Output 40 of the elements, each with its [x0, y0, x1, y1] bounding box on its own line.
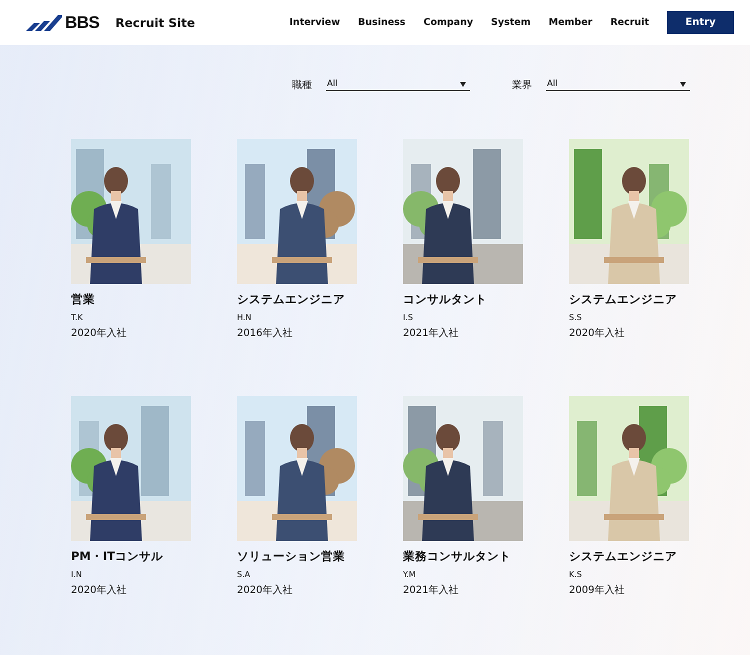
- member-initials: K.S: [569, 570, 583, 579]
- filter-dropdown[interactable]: All: [326, 79, 470, 91]
- logo-stripes-icon: [26, 14, 62, 30]
- join-year: 2016年入社: [237, 326, 294, 340]
- join-year: 2009年入社: [569, 584, 626, 597]
- site-title: Recruit Site: [115, 16, 196, 30]
- nav-link[interactable]: System: [482, 17, 540, 28]
- nav-link[interactable]: Company: [414, 17, 482, 28]
- role-title[interactable]: システムエンジニア: [569, 549, 689, 564]
- role-title[interactable]: 営業: [71, 292, 191, 307]
- role-title[interactable]: システムエンジニア: [237, 292, 357, 307]
- filter-dropdown[interactable]: All: [546, 79, 690, 91]
- join-year: 2020年入社: [237, 584, 294, 597]
- nav-link[interactable]: Recruit: [601, 17, 658, 28]
- role-title[interactable]: システムエンジニア: [569, 292, 689, 307]
- role-title[interactable]: コンサルタント: [403, 292, 523, 307]
- member-initials: S.S: [569, 313, 583, 322]
- role-title[interactable]: PM・ITコンサル: [71, 549, 191, 564]
- logo-text[interactable]: BBS: [65, 12, 100, 32]
- role-title[interactable]: 業務コンサルタント: [403, 549, 523, 564]
- member-initials: S.A: [237, 570, 252, 579]
- member-initials: Y.M: [403, 570, 417, 579]
- nav-link[interactable]: Interview: [280, 17, 350, 28]
- member-initials: T.K: [71, 313, 84, 322]
- join-year: 2020年入社: [71, 584, 128, 597]
- join-year: 2021年入社: [403, 584, 460, 597]
- join-year: 2021年入社: [403, 326, 460, 340]
- join-year: 2020年入社: [71, 326, 128, 340]
- member-initials: H.N: [237, 313, 252, 322]
- entry-button[interactable]: Entry: [667, 11, 734, 34]
- member-initials: I.S: [403, 313, 414, 322]
- nav-link[interactable]: Member: [540, 17, 602, 28]
- filter-label: 職種: [292, 78, 312, 92]
- join-year: 2020年入社: [569, 326, 626, 340]
- caret-icon: [460, 82, 466, 86]
- role-title[interactable]: ソリューション営業: [237, 549, 357, 564]
- nav-link[interactable]: Business: [349, 17, 414, 28]
- filter-label: 業界: [512, 78, 532, 92]
- caret-icon: [680, 82, 686, 86]
- member-initials: I.N: [71, 570, 83, 579]
